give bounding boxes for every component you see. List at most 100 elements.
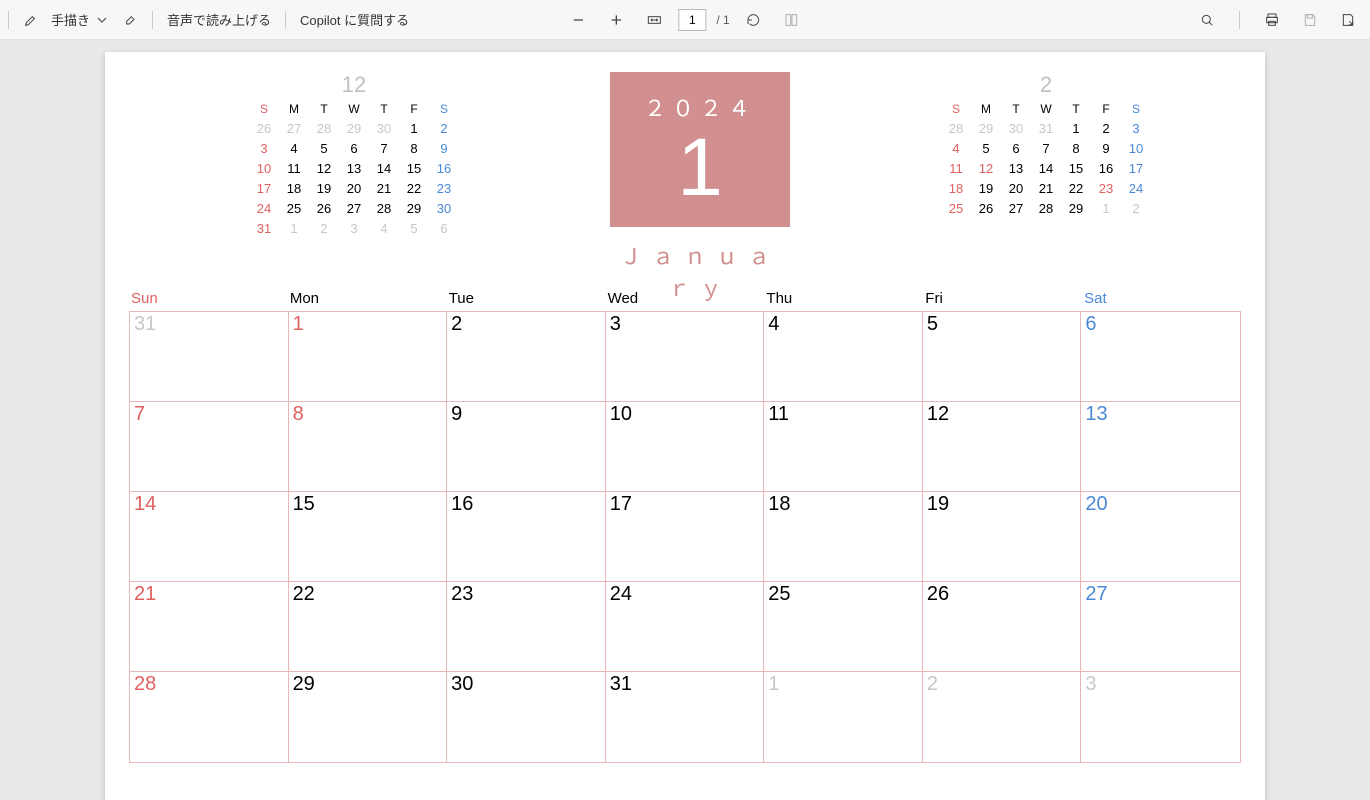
mini-day: 5 (971, 141, 1001, 156)
print-icon (1264, 12, 1280, 28)
mini-dow: F (399, 102, 429, 116)
mini-dow: S (941, 102, 971, 116)
mini-day: 6 (339, 141, 369, 156)
mini-day: 27 (1001, 201, 1031, 216)
mini-day: 6 (1001, 141, 1031, 156)
calendar-page: 12 SMTWTFS262728293012345678910111213141… (105, 52, 1265, 800)
page-view-icon (784, 12, 800, 28)
mini-day: 5 (399, 221, 429, 236)
highlighter-icon (23, 12, 39, 28)
mini-day: 13 (1001, 161, 1031, 176)
mini-day: 14 (369, 161, 399, 176)
search-button[interactable] (1193, 8, 1221, 32)
mini-day: 18 (279, 181, 309, 196)
mini-day: 15 (399, 161, 429, 176)
mini-day: 3 (339, 221, 369, 236)
month-box: ２０２４ 1 (610, 72, 790, 227)
mini-day: 14 (1031, 161, 1061, 176)
weekday-label: Sat (1082, 288, 1241, 311)
mini-day: 13 (339, 161, 369, 176)
calendar-day: 25 (764, 582, 923, 672)
save-button[interactable] (1296, 8, 1324, 32)
mini-day: 7 (369, 141, 399, 156)
mini-day: 3 (1121, 121, 1151, 136)
mini-day: 12 (971, 161, 1001, 176)
calendar-day: 1 (289, 312, 448, 402)
page-number-input[interactable] (678, 9, 706, 31)
separator (1239, 11, 1240, 29)
mini-day: 22 (1061, 181, 1091, 196)
mini-day: 3 (249, 141, 279, 156)
mini-day: 24 (1121, 181, 1151, 196)
zoom-in-button[interactable] (602, 8, 630, 32)
mini-day: 29 (971, 121, 1001, 136)
save-as-button[interactable] (1334, 8, 1362, 32)
print-button[interactable] (1258, 8, 1286, 32)
eraser-icon (122, 12, 138, 28)
weekday-label: Wed (606, 288, 765, 311)
calendar-day: 24 (606, 582, 765, 672)
mini-day: 1 (399, 121, 429, 136)
erase-button[interactable] (116, 8, 144, 32)
calendar-day: 15 (289, 492, 448, 582)
mini-day: 21 (1031, 181, 1061, 196)
save-as-icon (1340, 12, 1356, 28)
mini-day: 11 (941, 161, 971, 176)
mini-day: 31 (1031, 121, 1061, 136)
calendar-day: 20 (1081, 492, 1240, 582)
page-view-button[interactable] (778, 8, 806, 32)
mini-day: 17 (1121, 161, 1151, 176)
mini-dow: T (369, 102, 399, 116)
calendar-day: 18 (764, 492, 923, 582)
mini-day: 17 (249, 181, 279, 196)
mini-dow: M (279, 102, 309, 116)
calendar-day: 23 (447, 582, 606, 672)
document-viewport[interactable]: 12 SMTWTFS262728293012345678910111213141… (0, 40, 1370, 800)
mini-day: 28 (941, 121, 971, 136)
calendar-day: 14 (130, 492, 289, 582)
fit-width-button[interactable] (640, 8, 668, 32)
mini-day: 22 (399, 181, 429, 196)
mini-calendar-next: 2 SMTWTFS2829303112345678910111213141516… (941, 72, 1151, 216)
mini-day: 19 (309, 181, 339, 196)
save-icon (1302, 12, 1318, 28)
mini-day: 20 (339, 181, 369, 196)
read-aloud-button[interactable]: 音声で読み上げる (161, 6, 277, 33)
calendar-day: 27 (1081, 582, 1240, 672)
ask-copilot-button[interactable]: Copilot に質問する (294, 6, 415, 33)
mini-day: 28 (309, 121, 339, 136)
mini-day: 28 (369, 201, 399, 216)
mini-day: 20 (1001, 181, 1031, 196)
mini-day: 29 (399, 201, 429, 216)
mini-day: 5 (309, 141, 339, 156)
mini-day: 31 (249, 221, 279, 236)
calendar-day: 10 (606, 402, 765, 492)
page-total-label: / 1 (716, 13, 729, 27)
calendar-day: 3 (1081, 672, 1240, 762)
mini-day: 29 (339, 121, 369, 136)
mini-day: 4 (279, 141, 309, 156)
mini-day: 16 (1091, 161, 1121, 176)
calendar-day: 22 (289, 582, 448, 672)
year-label: ２０２４ (644, 91, 756, 123)
calendar-day: 8 (289, 402, 448, 492)
mini-dow: S (429, 102, 459, 116)
mini-day: 25 (941, 201, 971, 216)
calendar-day: 11 (764, 402, 923, 492)
mini-day: 4 (941, 141, 971, 156)
ask-copilot-label: Copilot に質問する (300, 10, 409, 29)
mini-calendar-prev: 12 SMTWTFS262728293012345678910111213141… (249, 72, 459, 236)
zoom-out-button[interactable] (564, 8, 592, 32)
weekday-label: Mon (288, 288, 447, 311)
highlighter-button[interactable] (17, 8, 45, 32)
mini-day: 2 (1091, 121, 1121, 136)
calendar-day: 29 (289, 672, 448, 762)
calendar-day: 12 (923, 402, 1082, 492)
mini-dow: T (1061, 102, 1091, 116)
mini-day: 8 (1061, 141, 1091, 156)
draw-button[interactable]: 手描き (45, 6, 116, 33)
mini-day: 24 (249, 201, 279, 216)
weekday-label: Tue (447, 288, 606, 311)
rotate-button[interactable] (740, 8, 768, 32)
mini-day: 4 (369, 221, 399, 236)
